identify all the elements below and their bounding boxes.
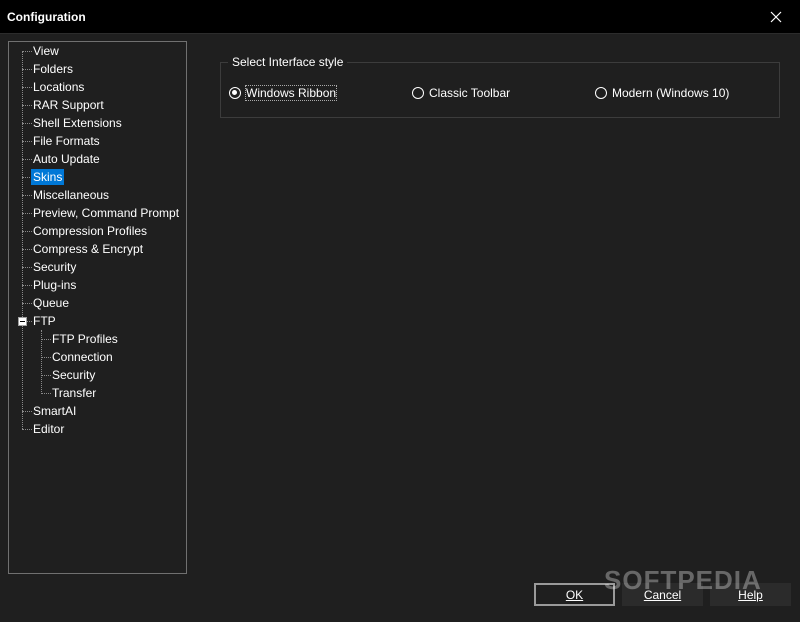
tree-item-label: SmartAI [33,404,77,418]
window-title: Configuration [7,10,86,24]
tree-item-compression-profiles[interactable]: Compression Profiles [31,222,149,240]
tree-item-label: Auto Update [33,152,100,166]
tree-item-locations[interactable]: Locations [31,78,86,96]
tree-item-view[interactable]: View [31,42,61,60]
tree-item-label: Plug-ins [33,278,77,292]
tree-item-label: Security [33,260,77,274]
tree-item-ftp-security[interactable]: Security [50,366,97,384]
radio-checked-icon [229,87,241,99]
radio-classic-toolbar[interactable]: Classic Toolbar [412,85,510,101]
radio-modern-windows-10[interactable]: Modern (Windows 10) [595,85,729,101]
tree-item-plug-ins[interactable]: Plug-ins [31,276,78,294]
tree-item-label: Skins [31,169,65,185]
tree-item-label: Shell Extensions [33,116,122,130]
tree-item-security[interactable]: Security [31,258,78,276]
tree-item-ftp[interactable]: FTP [31,312,58,330]
tree-item-rar-support[interactable]: RAR Support [31,96,106,114]
tree-item-file-formats[interactable]: File Formats [31,132,102,150]
radio-windows-ribbon[interactable]: Windows Ribbon [229,85,338,101]
tree-item-label: Transfer [52,386,97,400]
tree-item-label: File Formats [33,134,100,148]
tree-collapse-icon[interactable] [18,317,27,326]
radio-unchecked-icon [412,87,424,99]
tree-item-ftp-transfer[interactable]: Transfer [50,384,98,402]
radio-label: Modern (Windows 10) [612,86,730,100]
tree-item-label: Editor [33,422,65,436]
tree-item-label: FTP [33,314,56,328]
title-bar: Configuration [0,0,800,34]
tree-item-folders[interactable]: Folders [31,60,75,78]
tree-item-label: Compression Profiles [33,224,148,238]
close-button[interactable] [752,0,800,33]
softpedia-watermark: SOFTPEDIA [604,565,762,595]
tree-item-label: Connection [52,350,113,364]
tree-item-editor[interactable]: Editor [31,420,66,438]
radio-unchecked-icon [595,87,607,99]
tree-item-preview-command-prompt[interactable]: Preview, Command Prompt [31,204,181,222]
tree-item-label: Miscellaneous [33,188,110,202]
tree-item-shell-extensions[interactable]: Shell Extensions [31,114,124,132]
tree-item-label: RAR Support [33,98,104,112]
tree-item-label: View [33,44,59,58]
tree-item-ftp-connection[interactable]: Connection [50,348,115,366]
tree-item-label: Locations [33,80,85,94]
tree-item-auto-update[interactable]: Auto Update [31,150,102,168]
tree-item-label: Security [52,368,96,382]
tree-item-skins[interactable]: Skins [31,168,65,186]
options-tree[interactable]: View Folders Locations RAR Support Shell… [8,41,187,574]
tree-item-queue[interactable]: Queue [31,294,71,312]
tree-connector [22,51,23,429]
close-icon [770,11,782,22]
tree-item-label: Queue [33,296,70,310]
tree-item-label: Compress & Encrypt [33,242,144,256]
tree-item-miscellaneous[interactable]: Miscellaneous [31,186,111,204]
tree-item-label: FTP Profiles [52,332,118,346]
tree-item-smartai[interactable]: SmartAI [31,402,78,420]
radio-label: Classic Toolbar [429,86,511,100]
radio-label: Windows Ribbon [244,85,338,101]
tree-item-label: Preview, Command Prompt [33,206,180,220]
tree-item-label: Folders [33,62,74,76]
tree-item-ftp-profiles[interactable]: FTP Profiles [50,330,120,348]
interface-style-group-title: Select Interface style [228,55,348,69]
tree-item-compress-encrypt[interactable]: Compress & Encrypt [31,240,145,258]
ok-button[interactable]: OK [534,583,615,606]
